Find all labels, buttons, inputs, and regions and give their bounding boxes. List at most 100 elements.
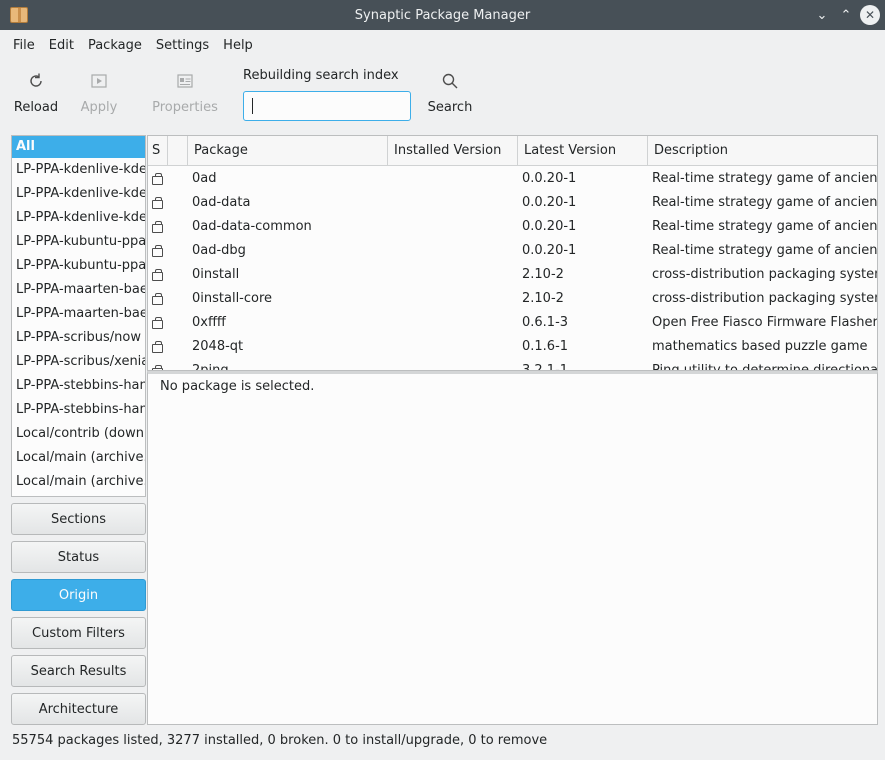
table-row[interactable]: 0install 2.10-2 cross-distribution packagi…: [148, 263, 878, 287]
column-header-installed-version[interactable]: Installed Version: [388, 136, 518, 166]
origin-item[interactable]: LP-PPA-stebbins-hanc: [12, 374, 145, 398]
package-status-icon[interactable]: [152, 239, 168, 263]
latest-version-cell: 0.0.20-1: [522, 243, 577, 258]
menu-edit[interactable]: Edit: [42, 38, 81, 53]
details-text: No package is selected.: [160, 379, 315, 394]
origin-item[interactable]: LP-PPA-kdenlive-kden: [12, 158, 145, 182]
origin-item[interactable]: LP-PPA-scribus/xenial: [12, 350, 145, 374]
installed-version-cell: [392, 263, 517, 287]
table-row[interactable]: 2ping 3.2.1-1 Ping utility to determine di…: [148, 359, 878, 371]
package-status-icon[interactable]: [152, 191, 168, 215]
search-icon: [439, 70, 461, 92]
package-status-icon[interactable]: [152, 359, 168, 370]
package-status-icon[interactable]: [152, 311, 168, 335]
search-label: Search: [427, 100, 473, 115]
column-header-package[interactable]: Package: [188, 136, 388, 166]
package-name-cell: 0ad-data: [192, 195, 251, 210]
menu-package[interactable]: Package: [81, 38, 149, 53]
origin-filter-button[interactable]: Origin: [11, 579, 146, 611]
package-name-cell: 0install: [192, 267, 240, 282]
description-cell: Ping utility to determine directional pa: [652, 363, 878, 371]
column-header-description[interactable]: Description: [648, 136, 877, 166]
properties-label: Properties: [152, 100, 218, 115]
origin-item[interactable]: Local/main (archive.ul: [12, 470, 145, 494]
custom-filters-button[interactable]: Custom Filters: [11, 617, 146, 649]
apply-button[interactable]: Apply: [64, 70, 134, 120]
package-name-cell: 2ping: [192, 363, 229, 371]
column-header-status[interactable]: S: [148, 136, 168, 166]
description-cell: cross-distribution packaging system: [652, 267, 878, 282]
table-row[interactable]: 0xffff 0.6.1-3 Open Free Fiasco Firmware F…: [148, 311, 878, 335]
package-name-cell: 2048-qt: [192, 339, 244, 354]
origin-item[interactable]: LP-PPA-kdenlive-kden: [12, 206, 145, 230]
table-body: 0ad 0.0.20-1 Real-time strategy game of an…: [148, 167, 878, 371]
package-name-cell: 0xffff: [192, 315, 226, 330]
package-status-icon[interactable]: [152, 287, 168, 311]
properties-button[interactable]: Properties: [150, 70, 220, 120]
origin-item[interactable]: LP-PPA-kubuntu-ppa-: [12, 254, 145, 278]
menu-settings[interactable]: Settings: [149, 38, 216, 53]
origin-item[interactable]: Local/contrib (downlo: [12, 422, 145, 446]
maximize-button[interactable]: ⌃: [836, 5, 856, 25]
search-results-filter-button[interactable]: Search Results: [11, 655, 146, 687]
installed-version-cell: [392, 359, 517, 370]
column-header-latest-version[interactable]: Latest Version: [518, 136, 648, 166]
search-button[interactable]: Search: [415, 70, 485, 120]
minimize-button[interactable]: ⌄: [812, 5, 832, 25]
package-status-icon[interactable]: [152, 263, 168, 287]
sections-filter-button[interactable]: Sections: [11, 503, 146, 535]
origin-item[interactable]: Local/main (archive.ca: [12, 446, 145, 470]
table-header: S Package Installed Version Latest Versi…: [148, 136, 877, 166]
menu-file[interactable]: File: [6, 38, 42, 53]
latest-version-cell: 0.0.20-1: [522, 195, 577, 210]
package-status-icon[interactable]: [152, 335, 168, 359]
close-icon: ✕: [864, 8, 876, 22]
description-cell: Real-time strategy game of ancient wa: [652, 195, 878, 210]
table-row[interactable]: 0ad-data-common 0.0.20-1 Real-time strateg…: [148, 215, 878, 239]
installed-version-cell: [392, 215, 517, 239]
description-cell: Open Free Fiasco Firmware Flasher: [652, 315, 878, 330]
status-filter-button[interactable]: Status: [11, 541, 146, 573]
installed-version-cell: [392, 239, 517, 263]
origin-item[interactable]: LP-PPA-maarten-baer: [12, 278, 145, 302]
description-cell: Real-time strategy game of ancient wa: [652, 219, 878, 234]
chevron-down-icon: ⌄: [816, 7, 828, 23]
search-input[interactable]: [243, 91, 411, 121]
column-header-support[interactable]: [168, 136, 188, 166]
origin-item[interactable]: LP-PPA-scribus/now: [12, 326, 145, 350]
package-not-installed-icon: [152, 269, 163, 281]
description-cell: Real-time strategy game of ancient wa: [652, 171, 878, 186]
toolbar: Reload Apply Properties Rebuilding searc…: [0, 60, 885, 130]
status-bar-text: 55754 packages listed, 3277 installed, 0…: [12, 733, 548, 748]
description-cell: cross-distribution packaging system (n: [652, 291, 877, 306]
architecture-filter-button[interactable]: Architecture: [11, 693, 146, 725]
description-cell: mathematics based puzzle game: [652, 339, 868, 354]
table-row[interactable]: 0ad 0.0.20-1 Real-time strategy game of an…: [148, 167, 878, 191]
origin-item[interactable]: LP-PPA-kubuntu-ppa-: [12, 230, 145, 254]
latest-version-cell: 2.10-2: [522, 267, 564, 282]
package-not-installed-icon: [152, 341, 163, 353]
window-title: Synaptic Package Manager: [354, 7, 531, 23]
origin-item[interactable]: LP-PPA-kdenlive-kden: [12, 182, 145, 206]
package-not-installed-icon: [152, 221, 163, 233]
apply-icon: [88, 70, 110, 92]
table-row[interactable]: 0ad-data 0.0.20-1 Real-time strategy game …: [148, 191, 878, 215]
package-name-cell: 0ad-dbg: [192, 243, 246, 258]
package-not-installed-icon: [152, 245, 163, 257]
origin-item[interactable]: LP-PPA-stebbins-hanc: [12, 398, 145, 422]
latest-version-cell: 0.6.1-3: [522, 315, 569, 330]
menu-help[interactable]: Help: [216, 38, 260, 53]
table-row[interactable]: 0ad-dbg 0.0.20-1 Real-time strategy game o…: [148, 239, 877, 263]
origin-list[interactable]: All LP-PPA-kdenlive-kden LP-PPA-kdenlive…: [11, 135, 146, 497]
package-status-icon[interactable]: [152, 215, 168, 239]
package-status-icon[interactable]: [152, 167, 168, 191]
text-caret: [252, 98, 253, 114]
table-row[interactable]: 2048-qt 0.1.6-1 mathematics based puzzle g…: [148, 335, 877, 359]
close-button[interactable]: ✕: [860, 5, 880, 25]
package-not-installed-icon: [152, 173, 163, 185]
origin-item[interactable]: LP-PPA-maarten-baer: [12, 302, 145, 326]
reload-button[interactable]: Reload: [1, 70, 71, 120]
package-table[interactable]: S Package Installed Version Latest Versi…: [147, 135, 878, 371]
table-row[interactable]: 0install-core 2.10-2 cross-distribution pa…: [148, 287, 877, 311]
origin-item-all[interactable]: All: [12, 136, 145, 158]
